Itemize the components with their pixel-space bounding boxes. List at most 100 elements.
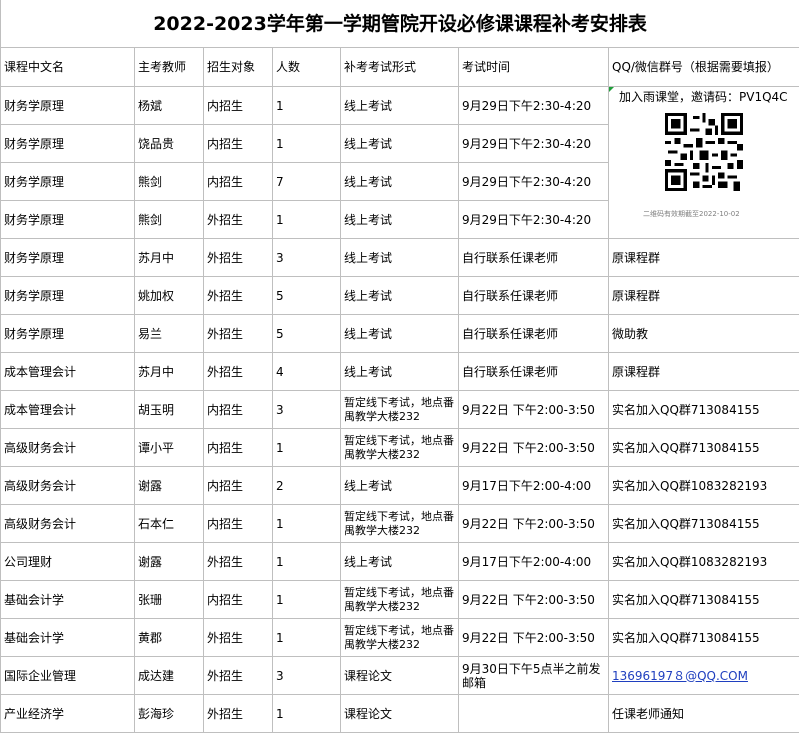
teacher-cell[interactable]: 张珊 <box>134 580 204 619</box>
time-cell[interactable] <box>458 694 609 733</box>
target-cell[interactable]: 外招生 <box>203 618 273 657</box>
form-cell[interactable]: 线上考试 <box>340 238 459 277</box>
form-cell[interactable]: 线上考试 <box>340 542 459 581</box>
time-cell[interactable]: 9月30日下午5点半之前发邮箱 <box>458 656 609 695</box>
target-cell[interactable]: 内招生 <box>203 390 273 429</box>
form-cell[interactable]: 线上考试 <box>340 352 459 391</box>
teacher-cell[interactable]: 黄郡 <box>134 618 204 657</box>
group-cell[interactable]: 实名加入QQ群1083282193 <box>607 466 799 505</box>
teacher-cell[interactable]: 谭小平 <box>134 428 204 467</box>
count-cell[interactable]: 3 <box>272 656 341 695</box>
form-cell[interactable]: 线上考试 <box>340 276 459 315</box>
target-cell[interactable]: 内招生 <box>203 580 273 619</box>
count-cell[interactable]: 1 <box>272 618 341 657</box>
teacher-cell[interactable]: 姚加权 <box>134 276 204 315</box>
count-cell[interactable]: 1 <box>272 580 341 619</box>
header-count[interactable]: 人数 <box>272 47 341 87</box>
time-cell[interactable]: 9月29日下午2:30-4:20 <box>458 162 609 201</box>
count-cell[interactable]: 3 <box>272 238 341 277</box>
header-course[interactable]: 课程中文名 <box>0 47 135 87</box>
count-cell[interactable]: 1 <box>272 694 341 733</box>
group-cell[interactable]: 实名加入QQ群1083282193 <box>607 542 799 581</box>
form-cell[interactable]: 线上考试 <box>340 162 459 201</box>
teacher-cell[interactable]: 胡玉明 <box>134 390 204 429</box>
course-cell[interactable]: 成本管理会计 <box>0 352 135 391</box>
group-cell[interactable]: 微助教 <box>607 314 799 353</box>
count-cell[interactable]: 2 <box>272 466 341 505</box>
count-cell[interactable]: 1 <box>272 504 341 543</box>
target-cell[interactable]: 外招生 <box>203 238 273 277</box>
group-cell[interactable]: 实名加入QQ群713084155 <box>607 580 799 619</box>
teacher-cell[interactable]: 熊剑 <box>134 200 204 239</box>
target-cell[interactable]: 内招生 <box>203 428 273 467</box>
form-cell[interactable]: 线上考试 <box>340 314 459 353</box>
teacher-cell[interactable]: 苏月中 <box>134 238 204 277</box>
form-cell[interactable]: 线上考试 <box>340 86 459 125</box>
time-cell[interactable]: 自行联系任课老师 <box>458 238 609 277</box>
course-cell[interactable]: 财务学原理 <box>0 276 135 315</box>
target-cell[interactable]: 内招生 <box>203 86 273 125</box>
form-cell[interactable]: 线上考试 <box>340 124 459 163</box>
teacher-cell[interactable]: 彭海珍 <box>134 694 204 733</box>
course-cell[interactable]: 基础会计学 <box>0 580 135 619</box>
time-cell[interactable]: 自行联系任课老师 <box>458 276 609 315</box>
time-cell[interactable]: 9月22日 下午2:00-3:50 <box>458 428 609 467</box>
count-cell[interactable]: 7 <box>272 162 341 201</box>
teacher-cell[interactable]: 易兰 <box>134 314 204 353</box>
target-cell[interactable]: 内招生 <box>203 504 273 543</box>
count-cell[interactable]: 5 <box>272 276 341 315</box>
form-cell[interactable]: 线上考试 <box>340 200 459 239</box>
header-target[interactable]: 招生对象 <box>203 47 273 87</box>
course-cell[interactable]: 高级财务会计 <box>0 466 135 505</box>
count-cell[interactable]: 4 <box>272 352 341 391</box>
form-cell[interactable]: 课程论文 <box>340 694 459 733</box>
count-cell[interactable]: 1 <box>272 200 341 239</box>
form-cell[interactable]: 暂定线下考试，地点番禺教学大楼232 <box>340 390 459 429</box>
time-cell[interactable]: 9月22日 下午2:00-3:50 <box>458 390 609 429</box>
time-cell[interactable]: 9月22日 下午2:00-3:50 <box>458 504 609 543</box>
count-cell[interactable]: 5 <box>272 314 341 353</box>
group-cell[interactable]: 原课程群 <box>607 276 799 315</box>
target-cell[interactable]: 外招生 <box>203 314 273 353</box>
time-cell[interactable]: 9月29日下午2:30-4:20 <box>458 200 609 239</box>
group-cell[interactable]: 实名加入QQ群713084155 <box>607 504 799 543</box>
group-cell[interactable]: 实名加入QQ群713084155 <box>607 390 799 429</box>
target-cell[interactable]: 内招生 <box>203 124 273 163</box>
time-cell[interactable]: 自行联系任课老师 <box>458 352 609 391</box>
time-cell[interactable]: 9月17日下午2:00-4:00 <box>458 466 609 505</box>
teacher-cell[interactable]: 苏月中 <box>134 352 204 391</box>
teacher-cell[interactable]: 熊剑 <box>134 162 204 201</box>
qr-code-cell[interactable]: 加入雨课堂，邀请码：PV1Q4C 二维码有效期截至2022-10-02 <box>607 86 799 239</box>
group-cell[interactable]: 实名加入QQ群713084155 <box>607 428 799 467</box>
target-cell[interactable]: 内招生 <box>203 466 273 505</box>
group-cell[interactable]: 原课程群 <box>607 238 799 277</box>
header-time[interactable]: 考试时间 <box>458 47 609 87</box>
target-cell[interactable]: 外招生 <box>203 542 273 581</box>
count-cell[interactable]: 1 <box>272 124 341 163</box>
course-cell[interactable]: 财务学原理 <box>0 238 135 277</box>
teacher-cell[interactable]: 石本仁 <box>134 504 204 543</box>
target-cell[interactable]: 外招生 <box>203 656 273 695</box>
course-cell[interactable]: 财务学原理 <box>0 162 135 201</box>
count-cell[interactable]: 3 <box>272 390 341 429</box>
target-cell[interactable]: 外招生 <box>203 352 273 391</box>
time-cell[interactable]: 自行联系任课老师 <box>458 314 609 353</box>
course-cell[interactable]: 财务学原理 <box>0 200 135 239</box>
course-cell[interactable]: 高级财务会计 <box>0 504 135 543</box>
header-form[interactable]: 补考考试形式 <box>340 47 459 87</box>
time-cell[interactable]: 9月29日下午2:30-4:20 <box>458 124 609 163</box>
form-cell[interactable]: 暂定线下考试，地点番禺教学大楼232 <box>340 428 459 467</box>
target-cell[interactable]: 外招生 <box>203 200 273 239</box>
target-cell[interactable]: 外招生 <box>203 276 273 315</box>
form-cell[interactable]: 暂定线下考试，地点番禺教学大楼232 <box>340 504 459 543</box>
course-cell[interactable]: 公司理财 <box>0 542 135 581</box>
course-cell[interactable]: 财务学原理 <box>0 86 135 125</box>
form-cell[interactable]: 暂定线下考试，地点番禺教学大楼232 <box>340 618 459 657</box>
group-cell[interactable]: 任课老师通知 <box>607 694 799 733</box>
time-cell[interactable]: 9月22日 下午2:00-3:50 <box>458 618 609 657</box>
header-group[interactable]: QQ/微信群号（根据需要填报） <box>607 47 799 87</box>
time-cell[interactable]: 9月29日下午2:30-4:20 <box>458 86 609 125</box>
course-cell[interactable]: 国际企业管理 <box>0 656 135 695</box>
header-teacher[interactable]: 主考教师 <box>134 47 204 87</box>
teacher-cell[interactable]: 谢露 <box>134 542 204 581</box>
